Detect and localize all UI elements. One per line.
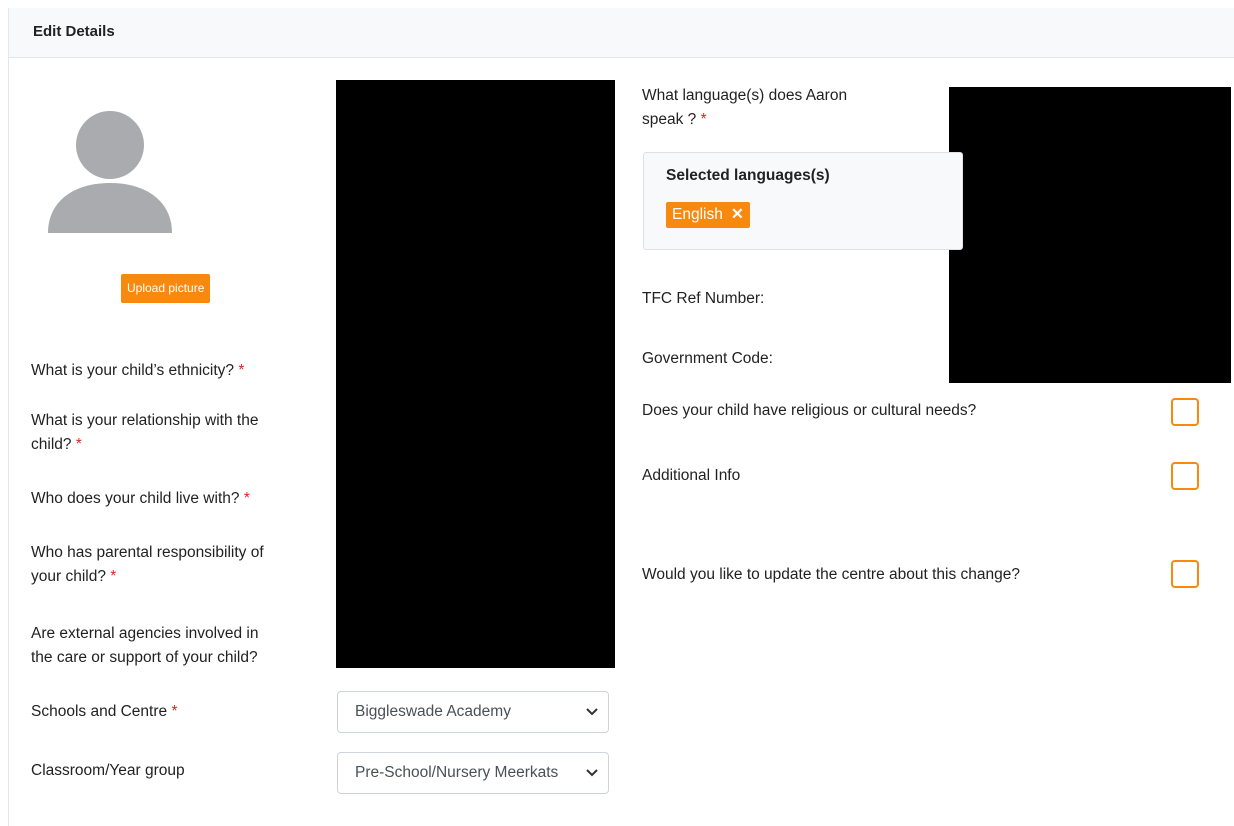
relationship-label: What is your relationship with the child… (31, 409, 258, 457)
parental-label-line2: your child? (31, 568, 106, 585)
ethnicity-label: What is your child’s ethnicity? * (31, 359, 244, 383)
card-header: Edit Details (9, 8, 1234, 58)
language-label: What language(s) does Aaron speak ? * (642, 84, 847, 132)
parental-responsibility-label: Who has parental responsibility of your … (31, 541, 264, 589)
additional-info-checkbox[interactable] (1171, 462, 1199, 490)
required-marker: * (171, 703, 178, 720)
selected-languages-title: Selected languages(s) (666, 167, 830, 184)
required-marker: * (75, 436, 82, 453)
language-label-line2: speak ? (642, 111, 697, 128)
parental-label-line1: Who has parental responsibility of (31, 544, 264, 561)
required-marker: * (243, 490, 250, 507)
language-chip: English ✕ (666, 202, 750, 228)
chevron-down-icon (586, 692, 598, 732)
additional-info-label: Additional Info (642, 467, 741, 484)
relationship-label-line2: child? (31, 436, 72, 453)
language-label-line1: What language(s) does Aaron (642, 87, 848, 104)
schools-centre-label: Schools and Centre * (31, 700, 178, 724)
update-centre-label: Would you like to update the centre abou… (642, 566, 1021, 583)
required-marker: * (238, 362, 245, 379)
agencies-label-line2: the care or support of your child? (31, 649, 258, 666)
relationship-label-line1: What is your relationship with the (31, 412, 259, 429)
external-agencies-label: Are external agencies involved in the ca… (31, 622, 258, 670)
religious-needs-label: Does your child have religious or cultur… (642, 402, 977, 419)
government-code-label: Government Code: (642, 350, 773, 367)
user-avatar-icon (48, 111, 172, 233)
selected-languages-box: Selected languages(s) English ✕ (643, 152, 963, 250)
school-select-value: Biggleswade Academy (355, 703, 511, 720)
redacted-block-left (336, 80, 615, 668)
required-marker: * (700, 111, 707, 128)
ethnicity-label-text: What is your child’s ethnicity? (31, 362, 235, 379)
update-centre-checkbox[interactable] (1171, 560, 1199, 588)
classroom-select[interactable]: Pre-School/Nursery Meerkats (337, 752, 609, 794)
classroom-select-value: Pre-School/Nursery Meerkats (355, 764, 559, 781)
school-select[interactable]: Biggleswade Academy (337, 691, 609, 733)
lives-with-label: Who does your child live with? * (31, 487, 250, 511)
religious-needs-checkbox[interactable] (1171, 398, 1199, 426)
language-chip-label: English (672, 206, 723, 223)
required-marker: * (110, 568, 117, 585)
tfc-ref-label: TFC Ref Number: (642, 290, 765, 307)
schools-label-text: Schools and Centre (31, 703, 168, 720)
card-title: Edit Details (33, 23, 115, 40)
upload-picture-button[interactable]: Upload picture (121, 274, 211, 303)
classroom-label: Classroom/Year group (31, 762, 185, 779)
lives-with-label-text: Who does your child live with? (31, 490, 240, 507)
remove-language-icon[interactable]: ✕ (731, 206, 744, 223)
agencies-label-line1: Are external agencies involved in (31, 625, 259, 642)
redacted-block-right (949, 87, 1231, 383)
chevron-down-icon (586, 753, 598, 793)
